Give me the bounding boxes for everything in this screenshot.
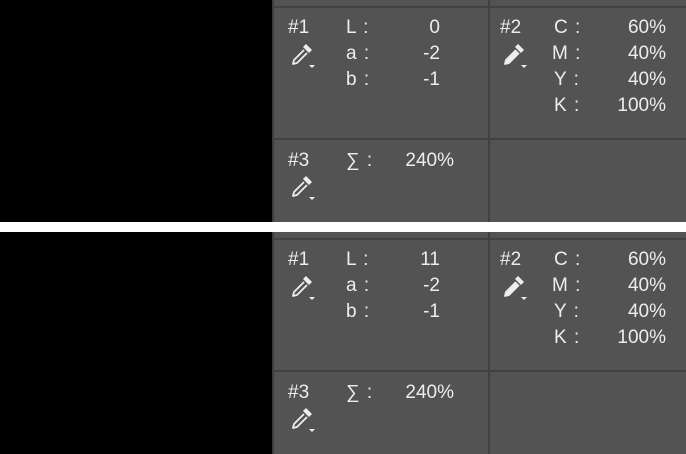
- sampler-id: #2: [500, 17, 522, 38]
- sampler-id: #3: [288, 150, 310, 171]
- channel-label: a :: [346, 43, 371, 64]
- channel-value: 40%: [627, 301, 666, 322]
- eyedropper-icon[interactable]: [500, 272, 530, 302]
- channel-label: b :: [346, 301, 371, 322]
- channel-label: C :: [554, 249, 582, 270]
- eyedropper-icon[interactable]: [288, 40, 318, 70]
- screenshot-top: #1 L : a : b : 0 -2 -1 #2 C : M : Y : K …: [0, 0, 686, 222]
- channel-value: -2: [423, 275, 440, 296]
- channel-label: M :: [552, 275, 582, 296]
- channel-label: b :: [346, 69, 371, 90]
- channel-value: 40%: [627, 275, 666, 296]
- channel-label: Y :: [554, 69, 580, 90]
- channel-value: 60%: [627, 17, 666, 38]
- channel-value: 100%: [617, 95, 666, 116]
- channel-label: K :: [554, 95, 581, 116]
- info-panel: #1 L : a : b : 0 -2 -1 #2 C : M : Y : K …: [272, 0, 686, 222]
- channel-label: K :: [554, 327, 581, 348]
- channel-label: L :: [346, 249, 370, 270]
- divider: [274, 6, 686, 8]
- eyedropper-icon[interactable]: [288, 404, 318, 434]
- channel-value: 240%: [405, 382, 454, 403]
- channel-label: ∑ :: [346, 382, 374, 403]
- channel-value: -1: [423, 69, 440, 90]
- divider: [488, 232, 490, 454]
- channel-label: M :: [552, 43, 582, 64]
- sampler-id: #1: [288, 17, 310, 38]
- sampler-id: #3: [288, 382, 310, 403]
- channel-value: -1: [423, 301, 440, 322]
- channel-value: 100%: [617, 327, 666, 348]
- sampler-id: #2: [500, 249, 522, 270]
- channel-label: L :: [346, 17, 370, 38]
- eyedropper-icon[interactable]: [288, 172, 318, 202]
- channel-value: 240%: [405, 150, 454, 171]
- channel-value: 40%: [627, 43, 666, 64]
- divider: [274, 370, 686, 372]
- eyedropper-icon[interactable]: [288, 272, 318, 302]
- channel-label: ∑ :: [346, 150, 374, 171]
- divider: [488, 0, 490, 222]
- channel-value: -2: [423, 43, 440, 64]
- channel-value: 0: [429, 17, 440, 38]
- channel-label: C :: [554, 17, 582, 38]
- channel-value: 11: [420, 249, 440, 270]
- screenshot-bottom: #1 L : a : b : 11 -2 -1 #2 C : M : Y : K…: [0, 232, 686, 454]
- channel-value: 40%: [627, 69, 666, 90]
- channel-label: Y :: [554, 301, 580, 322]
- divider: [274, 138, 686, 140]
- info-panel: #1 L : a : b : 11 -2 -1 #2 C : M : Y : K…: [272, 232, 686, 454]
- divider: [274, 238, 686, 240]
- channel-label: a :: [346, 275, 371, 296]
- eyedropper-icon[interactable]: [500, 40, 530, 70]
- sampler-id: #1: [288, 249, 310, 270]
- channel-value: 60%: [627, 249, 666, 270]
